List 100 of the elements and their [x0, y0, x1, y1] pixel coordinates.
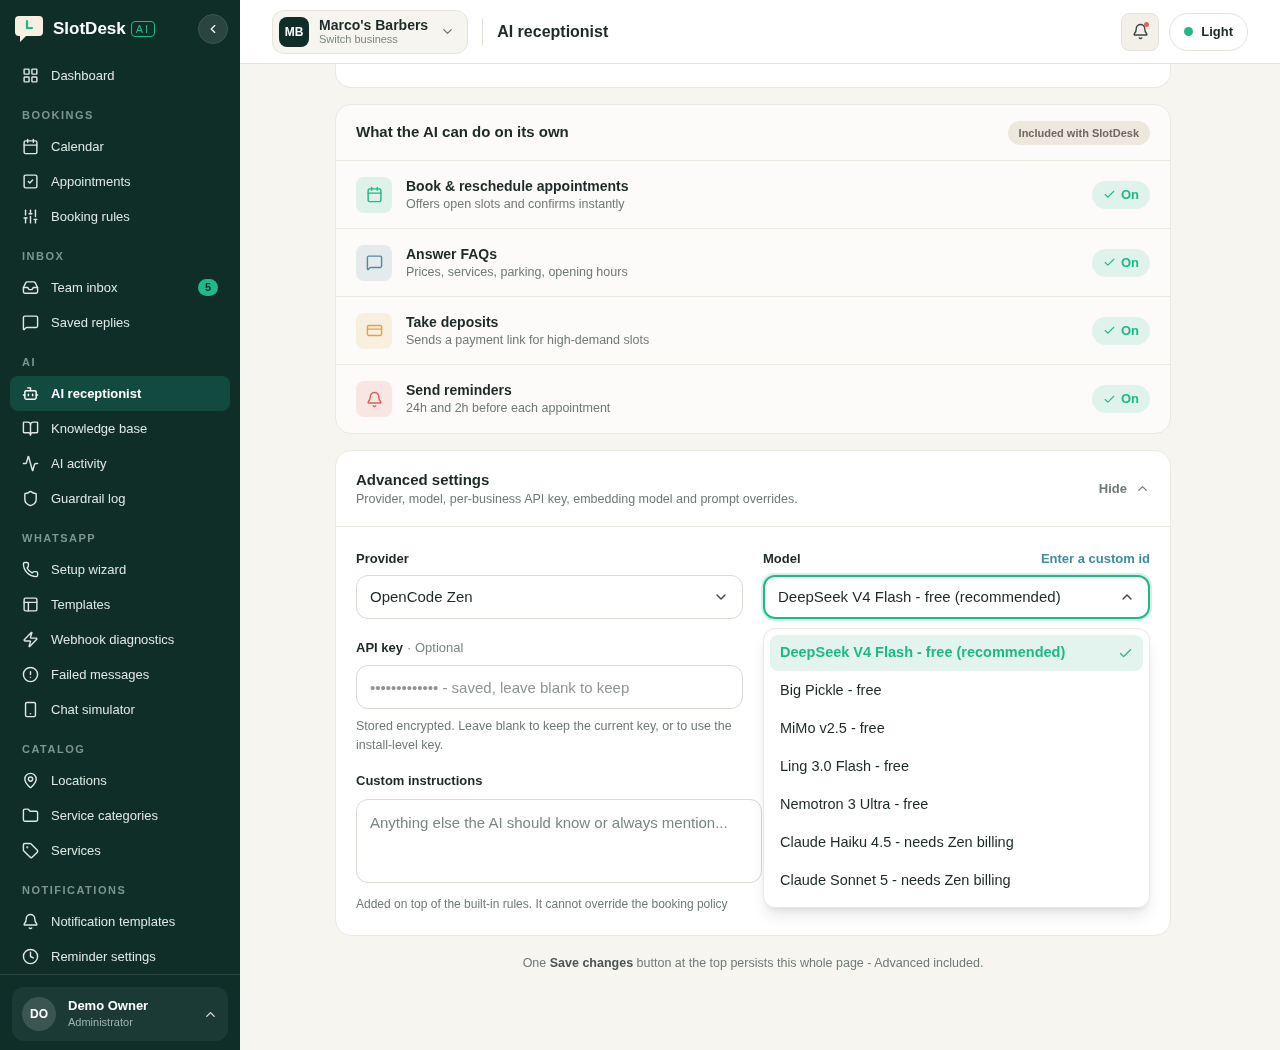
sidebar-item[interactable]: Team inbox 5 [10, 270, 230, 305]
robot-icon [22, 385, 39, 402]
tag-icon [22, 842, 39, 859]
section-heading: INBOX [21, 249, 66, 264]
business-avatar: MB [279, 16, 309, 47]
check-icon [1102, 188, 1116, 201]
grid-icon [22, 67, 39, 84]
sidebar-item[interactable]: Locations [10, 763, 230, 798]
sidebar-item[interactable]: Guardrail log [10, 481, 230, 516]
phone-icon [22, 561, 39, 578]
sliders-icon [22, 208, 39, 225]
business-hint: Switch business [319, 33, 399, 46]
footer-note: One Save changes button at the top persists this whole page - Advanced included. [521, 954, 985, 972]
smartphone-icon [22, 701, 39, 718]
field-label: API key [356, 639, 403, 658]
sidebar-item[interactable]: Booking rules [10, 199, 230, 234]
section-heading: WHATSAPP [21, 531, 98, 546]
business-switcher[interactable]: MB Marco's Barbers Switch business [272, 9, 469, 54]
sidebar-item[interactable]: Service categories [10, 798, 230, 833]
brand-tag: AI [130, 21, 156, 37]
sidebar-item[interactable]: Failed messages [10, 657, 230, 692]
user-role: Administrator [68, 1014, 134, 1030]
sidebar-item[interactable]: Setup wizard [10, 552, 230, 587]
sidebar-item[interactable]: Appointments [10, 164, 230, 199]
sidebar-item[interactable]: AI receptionist [10, 376, 230, 411]
collapse-sidebar-button[interactable] [198, 14, 228, 44]
feature-description: Offers open slots and confirms instantly [406, 195, 626, 213]
count-badge: 5 [197, 279, 218, 296]
api-key-help: Stored encrypted. Leave blank to keep the current key, or to use the install-level key. [356, 718, 733, 754]
custom-instructions-field[interactable]: Anything else the AI should know or always mention... [356, 798, 762, 883]
custom-id-link[interactable]: Enter a custom id [1040, 549, 1150, 569]
sidebar-item[interactable]: Calendar [10, 129, 230, 164]
sidebar-item[interactable]: Chat simulator [10, 692, 230, 727]
dropdown-option[interactable]: Nemotron 3 Ultra - free [770, 787, 1143, 823]
logo-icon [14, 15, 44, 43]
section-heading: BOOKINGS [21, 108, 95, 123]
dropdown-option[interactable]: Claude Sonnet 5 - needs Zen billing [770, 863, 1143, 899]
credit-card-icon [365, 322, 383, 339]
feature-title: Answer FAQs [406, 244, 499, 263]
optional-hint: · Optional [407, 639, 464, 658]
feature-title: Book & reschedule appointments [406, 176, 630, 195]
user-menu[interactable]: DO Demo Owner Administrator [12, 987, 228, 1041]
dropdown-option[interactable]: MiMo v2.5 - free [770, 711, 1143, 747]
inbox-icon [22, 279, 39, 296]
sidebar-item[interactable]: Dashboard [10, 58, 230, 93]
check-icon [1102, 256, 1116, 269]
feature-description: Prices, services, parking, opening hours [406, 263, 629, 281]
brand-name: SlotDesk [53, 18, 126, 41]
section-heading: CATALOG [21, 742, 87, 757]
field-label: Model [763, 550, 802, 569]
bell-icon [1131, 23, 1149, 40]
sidebar-item[interactable]: Reminder settings [10, 939, 230, 974]
plan-badge: Included with SlotDesk [1007, 120, 1150, 145]
hide-toggle[interactable]: Hide [1098, 478, 1150, 499]
bell-icon [22, 913, 39, 930]
dropdown-option[interactable]: Claude Haiku 4.5 - needs Zen billing [770, 825, 1143, 861]
chat-bubble-icon [365, 254, 383, 271]
notifications-button[interactable] [1121, 12, 1160, 51]
shield-icon [22, 490, 39, 507]
bell-icon [365, 390, 383, 408]
lightning-icon [22, 631, 39, 648]
sidebar-item[interactable]: Services [10, 833, 230, 868]
feature-description: 24h and 2h before each appointment [406, 400, 612, 417]
sidebar-item[interactable]: Notification templates [10, 904, 230, 939]
api-key-field[interactable]: ••••••••••••• - saved, leave blank to keep [356, 665, 743, 709]
field-label: Custom instructions [356, 772, 484, 790]
provider-select[interactable]: OpenCode Zen [356, 575, 743, 619]
sidebar-item[interactable]: Saved replies [10, 305, 230, 340]
book-icon [22, 420, 39, 437]
business-name: Marco's Barbers [319, 17, 429, 33]
section-heading: AI [21, 355, 37, 370]
section-heading: NOTIFICATIONS [21, 883, 128, 898]
field-label: Provider [356, 550, 410, 568]
map-pin-icon [22, 772, 39, 789]
model-select[interactable]: DeepSeek V4 Flash - free (recommended) [763, 575, 1150, 619]
calendar-icon [22, 138, 39, 155]
user-avatar: DO [22, 997, 56, 1031]
sidebar-item[interactable]: Webhook diagnostics [10, 622, 230, 657]
feature-title: Take deposits [406, 312, 500, 331]
layout-icon [22, 596, 39, 613]
dropdown-option[interactable]: Big Pickle - free [770, 673, 1143, 709]
sidebar-item[interactable]: Knowledge base [10, 411, 230, 446]
sidebar-item[interactable]: AI activity [10, 446, 230, 481]
feature-title: Send reminders [406, 381, 513, 399]
theme-toggle[interactable]: Light [1169, 12, 1248, 51]
calendar-icon [365, 186, 383, 203]
instructions-help: Added on top of the built-in rules. It cannot override the booking policy [356, 895, 729, 913]
checkbox-icon [22, 173, 39, 190]
feature-description: Sends a payment link for high-demand slots [406, 331, 651, 349]
dropdown-option[interactable]: Ling 3.0 Flash - free [770, 749, 1143, 785]
alert-icon [22, 666, 39, 683]
page-title: AI receptionist [497, 21, 609, 42]
card-title: What the AI can do on its own [356, 122, 570, 143]
pulse-icon [22, 455, 39, 472]
card-description: Provider, model, per-business API key, embedding model and prompt overrides. [356, 490, 799, 508]
check-icon [1102, 324, 1116, 337]
user-name: Demo Owner [68, 997, 150, 1014]
sidebar-item[interactable]: Templates [10, 587, 230, 622]
card-title: Advanced settings [356, 469, 491, 490]
chat-bubble-icon [22, 314, 39, 331]
